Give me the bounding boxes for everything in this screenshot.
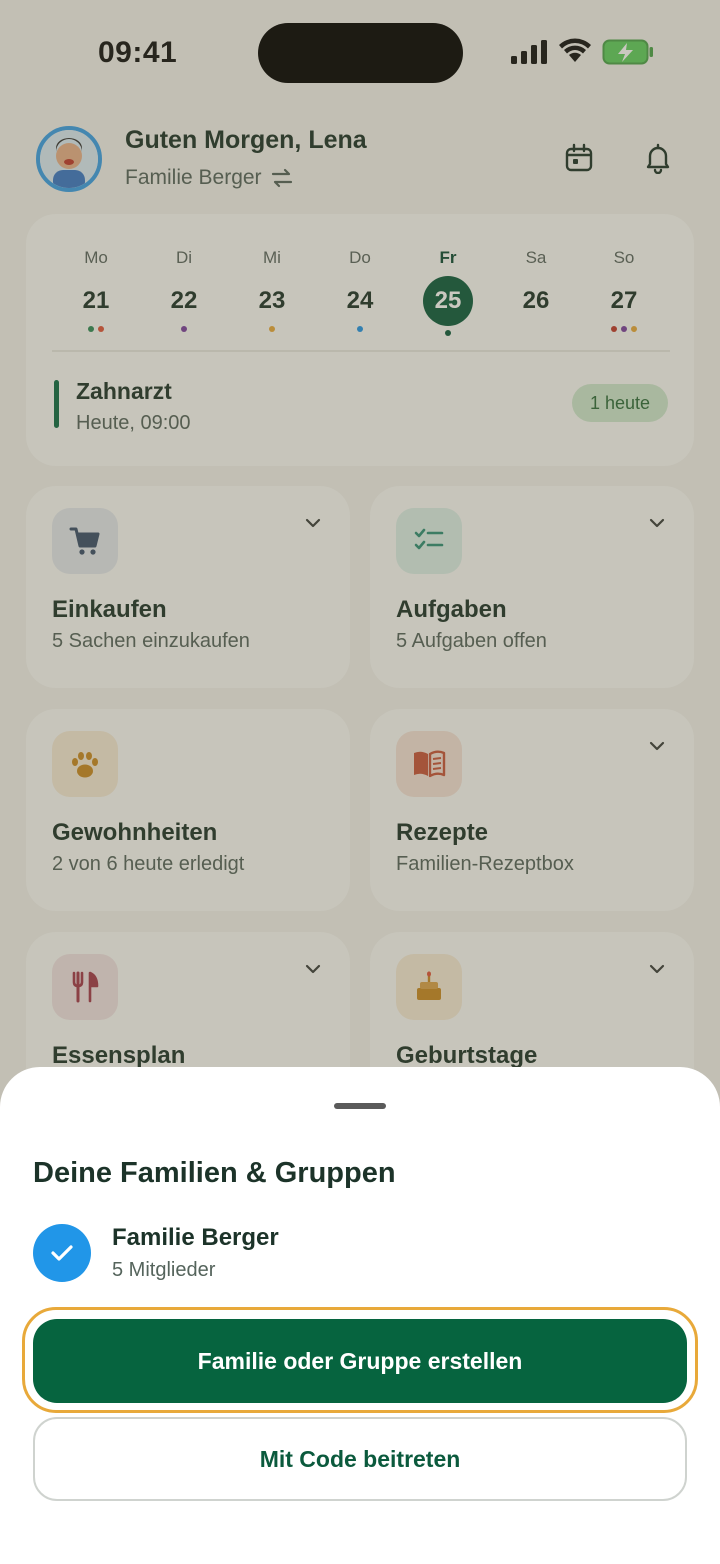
home-screen: 09:41 Guten Morgen, Lena Familie Berger … <box>0 0 720 1564</box>
sheet-grabber-handle[interactable] <box>334 1103 386 1109</box>
create-group-button[interactable]: Familie oder Gruppe erstellen <box>33 1319 687 1403</box>
group-name[interactable]: Familie Berger <box>112 1224 279 1252</box>
sheet-title: Deine Familien & Gruppen <box>33 1157 396 1189</box>
join-with-code-button[interactable]: Mit Code beitreten <box>33 1417 687 1501</box>
group-selected-indicator[interactable] <box>33 1224 91 1282</box>
groups-bottom-sheet: Deine Familien & Gruppen Familie Berger … <box>0 1067 720 1564</box>
group-member-count: 5 Mitglieder <box>112 1259 216 1281</box>
checkmark-icon <box>51 1245 73 1261</box>
